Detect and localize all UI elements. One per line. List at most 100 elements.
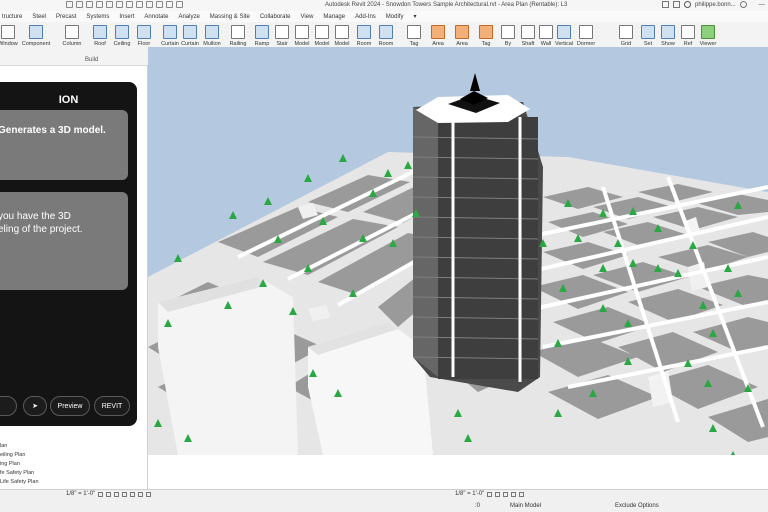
ribbon-tool-icon	[379, 25, 393, 39]
ribbon-tool-area[interactable]: Area	[426, 25, 450, 47]
ribbon-tool-grid[interactable]: Grid	[614, 25, 638, 47]
ribbon-tool-window[interactable]: Window	[0, 25, 20, 47]
ribbon-tab[interactable]: Steel	[32, 14, 46, 20]
ribbon-tool-icon	[557, 25, 571, 39]
ribbon-tool-icon	[431, 25, 445, 39]
ribbon-tab[interactable]: Collaborate	[260, 14, 291, 20]
preview-button[interactable]: Preview	[50, 396, 90, 416]
measure-icon[interactable]	[116, 1, 123, 8]
ribbon-tool-mullion[interactable]: Mullion	[200, 25, 224, 47]
close-hidden-icon[interactable]	[166, 1, 173, 8]
ribbon-tool-icon	[1, 25, 15, 39]
scale-left[interactable]: 1/8" = 1'-0"	[66, 491, 95, 497]
ribbon-tool-column[interactable]: Column	[60, 25, 84, 47]
ribbon-tab[interactable]: ▾	[413, 13, 416, 20]
ribbon-tool-icon	[163, 25, 177, 39]
ribbon-tab[interactable]: Systems	[86, 14, 109, 20]
detail-level-icon[interactable]	[487, 491, 493, 497]
thin-lines-icon[interactable]	[156, 1, 163, 8]
text-icon[interactable]	[126, 1, 133, 8]
ribbon-tool-tag[interactable]: Tag	[474, 25, 498, 47]
send-icon: ➤	[32, 403, 38, 410]
chat-message: you have the 3D eling of the project.	[0, 192, 128, 290]
shadows-icon[interactable]	[511, 491, 517, 497]
ribbon-tool-room[interactable]: Room	[352, 25, 376, 47]
switch-windows-icon[interactable]	[176, 1, 183, 8]
ribbon-tool-floor[interactable]: Floor	[132, 25, 156, 47]
ribbon-tool-icon	[29, 25, 43, 39]
save-icon[interactable]	[76, 1, 83, 8]
sun-path-icon[interactable]	[503, 491, 509, 497]
user-avatar-icon[interactable]	[684, 1, 691, 8]
ribbon-tab[interactable]: Annotate	[144, 14, 168, 20]
ribbon-tab[interactable]: Modify	[386, 14, 404, 20]
temporary-hide-icon[interactable]	[146, 491, 152, 497]
browser-item[interactable]: ing Plan	[0, 460, 20, 468]
ribbon-tool-icon	[231, 25, 245, 39]
cart-icon[interactable]	[673, 1, 680, 8]
ribbon-tool-roof[interactable]: Roof	[88, 25, 112, 47]
ribbon-tab[interactable]: Manage	[323, 14, 345, 20]
3d-view-icon[interactable]	[136, 1, 143, 8]
browser-item[interactable]: fe Safety Plan	[0, 469, 34, 477]
help-icon[interactable]	[739, 1, 747, 8]
ribbon-tool-vertical[interactable]: Vertical	[552, 25, 576, 47]
print-icon[interactable]	[106, 1, 113, 8]
ribbon-tool-icon	[183, 25, 197, 39]
ribbon-tool-component[interactable]: Component	[22, 25, 50, 47]
ribbon-tab[interactable]: Add-Ins	[355, 14, 376, 20]
ribbon-tool-icon	[539, 25, 553, 39]
sun-path-icon[interactable]	[114, 491, 120, 497]
ribbon-tab[interactable]: Massing & Site	[210, 14, 250, 20]
zero-readout: :0	[475, 503, 481, 509]
revit-button[interactable]: REVIT	[94, 396, 130, 416]
detail-level-icon[interactable]	[98, 491, 104, 497]
crop-view-icon[interactable]	[130, 491, 136, 497]
3d-scene[interactable]	[148, 47, 768, 455]
revit-button-label: REVIT	[101, 402, 123, 410]
ribbon-tool-curtain[interactable]: Curtain	[178, 25, 202, 47]
ribbon-tool-model[interactable]: Model	[330, 25, 354, 47]
ribbon-tool-tag[interactable]: Tag	[402, 25, 426, 47]
visual-style-icon[interactable]	[495, 491, 501, 497]
exclude-options-selector[interactable]: Exclude Options	[615, 503, 659, 509]
send-button[interactable]: ➤	[23, 396, 47, 416]
chat-message: Generates a 3D model.	[0, 110, 128, 180]
main-model-selector[interactable]: Main Model	[510, 503, 541, 509]
ribbon-tab[interactable]: Analyze	[178, 14, 199, 20]
scale-right[interactable]: 1/8" = 1'-0"	[455, 491, 484, 497]
ribbon-tool-icon	[137, 25, 151, 39]
ribbon-tool-dormer[interactable]: Dormer	[574, 25, 598, 47]
browser-item[interactable]: eiling Plan	[0, 451, 25, 459]
ribbon-tabs: tructure Steel Precast Systems Insert Annotat…	[0, 11, 768, 22]
3d-viewport[interactable]	[148, 47, 768, 455]
ribbon-tool-room[interactable]: Room	[374, 25, 398, 47]
user-name[interactable]: philippe.bonn...	[695, 2, 736, 8]
undo-icon[interactable]	[86, 1, 93, 8]
shadows-icon[interactable]	[122, 491, 128, 497]
show-crop-icon[interactable]	[138, 491, 144, 497]
section-icon[interactable]	[146, 1, 153, 8]
ribbon-tool-railing[interactable]: Railing	[226, 25, 250, 47]
status-bar: 1/8" = 1'-0" 1/8" = 1'-0" :0 Main Model …	[0, 489, 768, 512]
ribbon-tab[interactable]: Precast	[56, 14, 76, 20]
ribbon-tool-icon	[661, 25, 675, 39]
open-icon[interactable]	[66, 1, 73, 8]
ribbon-tab[interactable]: Insert	[119, 14, 134, 20]
ribbon-tool-viewer[interactable]: Viewer	[696, 25, 720, 47]
view-control-bar-left: 1/8" = 1'-0"	[66, 491, 152, 497]
ribbon-tool-icon	[315, 25, 329, 39]
ribbon-tool-ceiling[interactable]: Ceiling	[110, 25, 134, 47]
crop-view-icon[interactable]	[519, 491, 525, 497]
ribbon-tool-icon	[501, 25, 515, 39]
chat-input[interactable]	[0, 396, 17, 416]
browser-item[interactable]: lan	[0, 442, 7, 450]
visual-style-icon[interactable]	[106, 491, 112, 497]
ribbon-tab[interactable]: tructure	[2, 14, 22, 20]
redo-icon[interactable]	[96, 1, 103, 8]
ribbon-tab[interactable]: View	[301, 14, 314, 20]
ribbon-tool-area[interactable]: Area	[450, 25, 474, 47]
minimize-button[interactable]: —	[759, 2, 765, 8]
info-icon[interactable]	[662, 1, 669, 8]
browser-item[interactable]: Life Safety Plan	[0, 478, 39, 486]
